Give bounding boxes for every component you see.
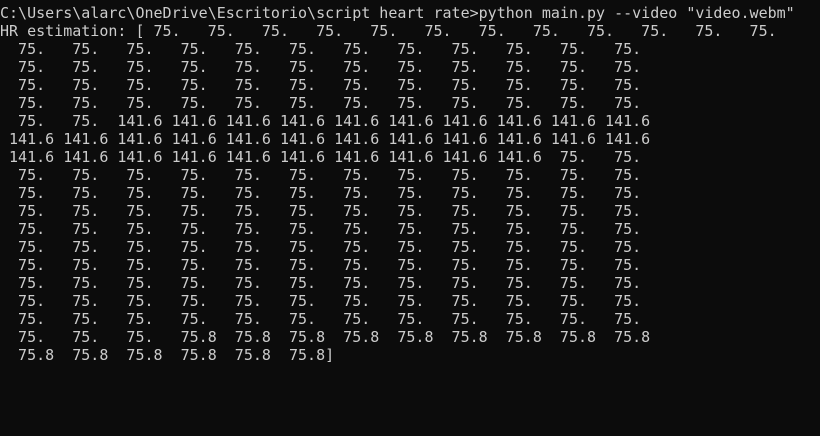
output-line: 75. 75. 75. 75. 75. 75. 75. 75. 75. 75. … [0,184,642,202]
command-line: C:\Users\alarc\OneDrive\Escritorio\scrip… [0,4,795,22]
output-line: 75. 75. 75. 75. 75. 75. 75. 75. 75. 75. … [0,58,642,76]
output-line: 75. 75. 75. 75. 75. 75. 75. 75. 75. 75. … [0,94,642,112]
output-line: 141.6 141.6 141.6 141.6 141.6 141.6 141.… [0,148,642,166]
output-line: 75. 75. 75. 75. 75. 75. 75. 75. 75. 75. … [0,310,642,328]
output-line: 141.6 141.6 141.6 141.6 141.6 141.6 141.… [0,130,651,148]
output-line: 75. 75. 75. 75. 75. 75. 75. 75. 75. 75. … [0,40,642,58]
terminal-output[interactable]: C:\Users\alarc\OneDrive\Escritorio\scrip… [0,0,820,436]
output-line: 75. 75. 75. 75. 75. 75. 75. 75. 75. 75. … [0,292,642,310]
output-line: 75. 75. 75. 75. 75. 75. 75. 75. 75. 75. … [0,220,642,238]
output-line: 75. 75. 75. 75. 75. 75. 75. 75. 75. 75. … [0,238,642,256]
output-line: 75.8 75.8 75.8 75.8 75.8 75.8] [0,346,335,364]
output-line: 75. 75. 75. 75. 75. 75. 75. 75. 75. 75. … [0,76,642,94]
output-line: 75. 75. 75. 75.8 75.8 75.8 75.8 75.8 75.… [0,328,651,346]
output-line: HR estimation: [ 75. 75. 75. 75. 75. 75.… [0,22,777,40]
output-line: 75. 75. 75. 75. 75. 75. 75. 75. 75. 75. … [0,274,642,292]
output-line: 75. 75. 141.6 141.6 141.6 141.6 141.6 14… [0,112,651,130]
output-line: 75. 75. 75. 75. 75. 75. 75. 75. 75. 75. … [0,202,642,220]
output-line: 75. 75. 75. 75. 75. 75. 75. 75. 75. 75. … [0,166,642,184]
output-line: 75. 75. 75. 75. 75. 75. 75. 75. 75. 75. … [0,256,642,274]
